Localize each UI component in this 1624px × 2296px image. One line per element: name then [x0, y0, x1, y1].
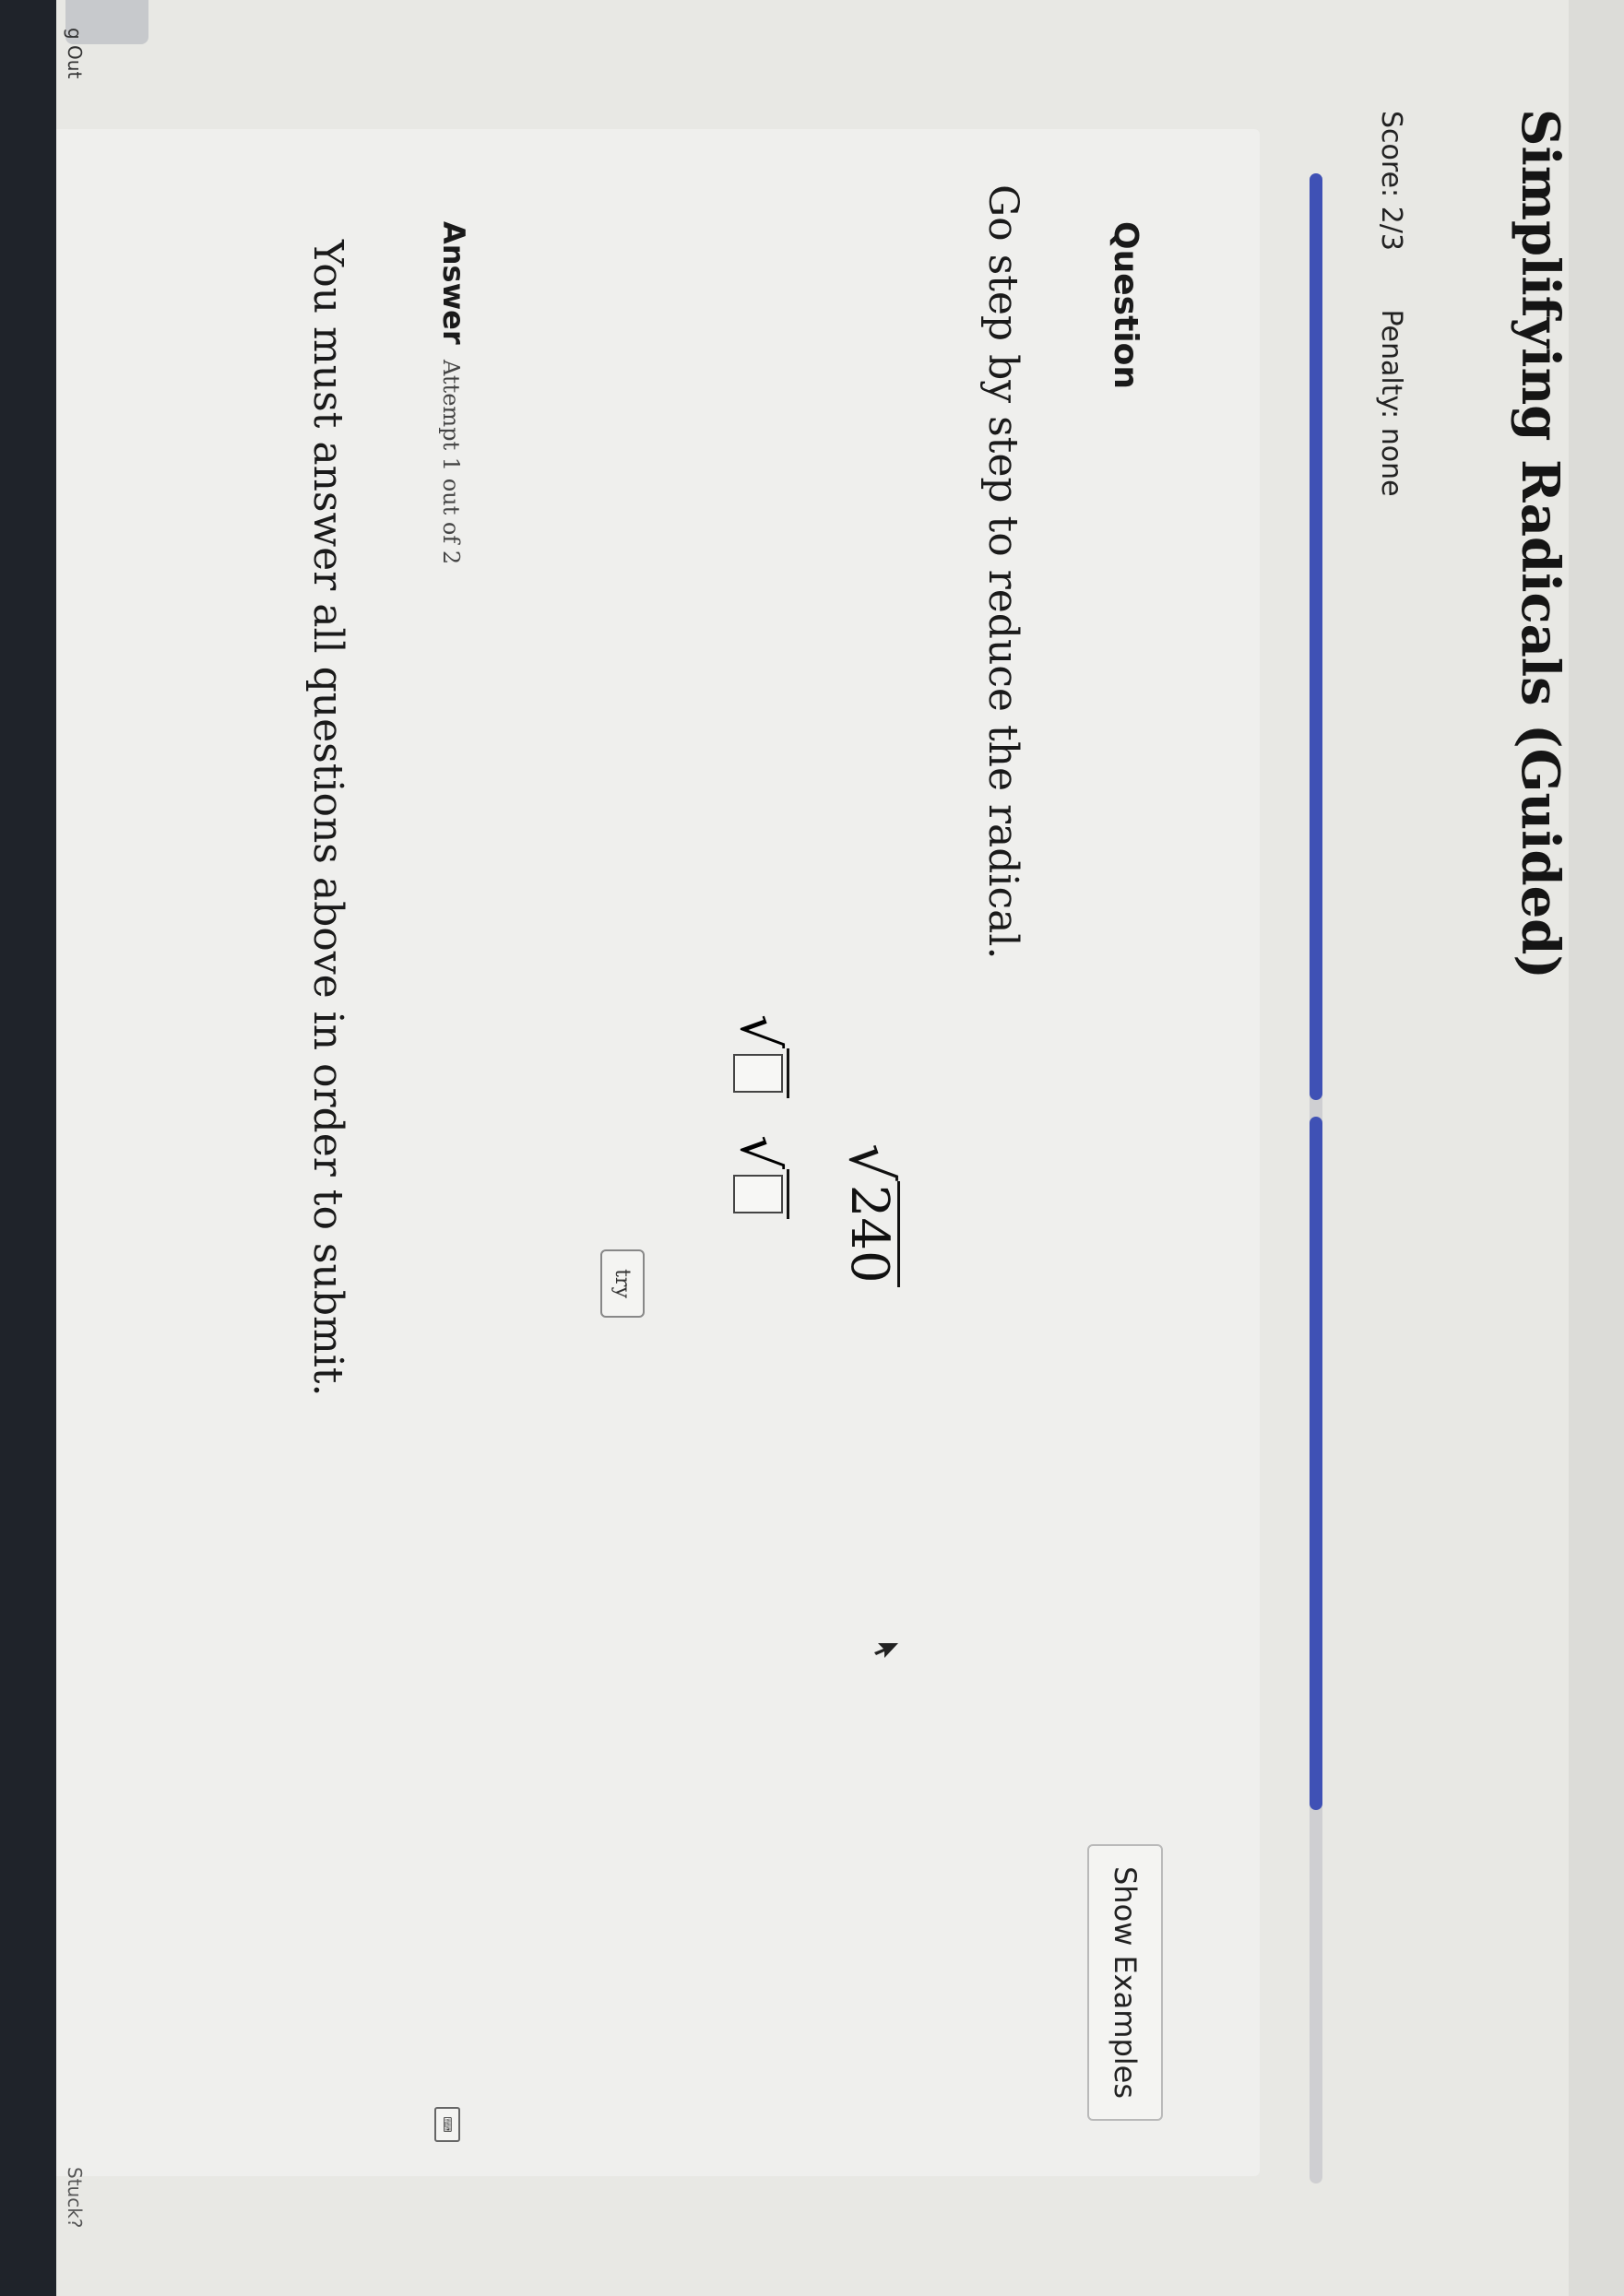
- page: Simplifying Radicals (Guided) Score: 2/3…: [0, 0, 1624, 2296]
- radicand-value: 240: [839, 1180, 900, 1287]
- keyboard-icon[interactable]: ⌨: [434, 2107, 460, 2142]
- progress-bar: [1310, 173, 1322, 2184]
- log-out-link[interactable]: g Out: [64, 28, 86, 78]
- submit-requirement-message: You must answer all questions above in o…: [304, 240, 351, 1397]
- second-radical-input: √: [729, 1134, 791, 1219]
- question-card: [42, 129, 1260, 2176]
- bottom-bar: [0, 0, 56, 2296]
- progress-segment-2: [1310, 1117, 1322, 1810]
- show-examples-button[interactable]: Show Examples: [1087, 1844, 1163, 2121]
- square-root-icon: √: [836, 1143, 905, 1181]
- top-strip: [1569, 0, 1624, 2296]
- try-button[interactable]: try: [600, 1249, 645, 1318]
- square-root-icon: √: [729, 1134, 791, 1169]
- progress-segment-1: [1310, 173, 1322, 1100]
- first-radical-input: √: [729, 1014, 791, 1098]
- score-line: Score: 2/3 Penalty: none: [1375, 111, 1407, 547]
- question-prompt: Go step by step to reduce the radical.: [979, 184, 1026, 960]
- stuck-link[interactable]: Stuck?: [64, 2167, 86, 2228]
- answer-radicals: √ √: [729, 1014, 791, 1219]
- attempt-counter: Attempt 1 out of 2: [438, 360, 464, 565]
- penalty-text: Penalty: none: [1375, 309, 1407, 497]
- square-root-icon: √: [729, 1014, 791, 1048]
- answer-label: Answer: [436, 221, 471, 345]
- pointer-icon: [874, 1643, 898, 1658]
- page-title: Simplifying Radicals (Guided): [1510, 109, 1571, 979]
- given-radical: √ 240: [836, 1143, 905, 1287]
- score-text: Score: 2/3: [1375, 111, 1407, 251]
- second-radicand-wrap: [733, 1168, 789, 1219]
- first-radicand-input[interactable]: [733, 1053, 783, 1093]
- question-label: Question: [1107, 221, 1144, 389]
- second-radicand-input[interactable]: [733, 1174, 783, 1213]
- first-radicand-wrap: [733, 1047, 789, 1098]
